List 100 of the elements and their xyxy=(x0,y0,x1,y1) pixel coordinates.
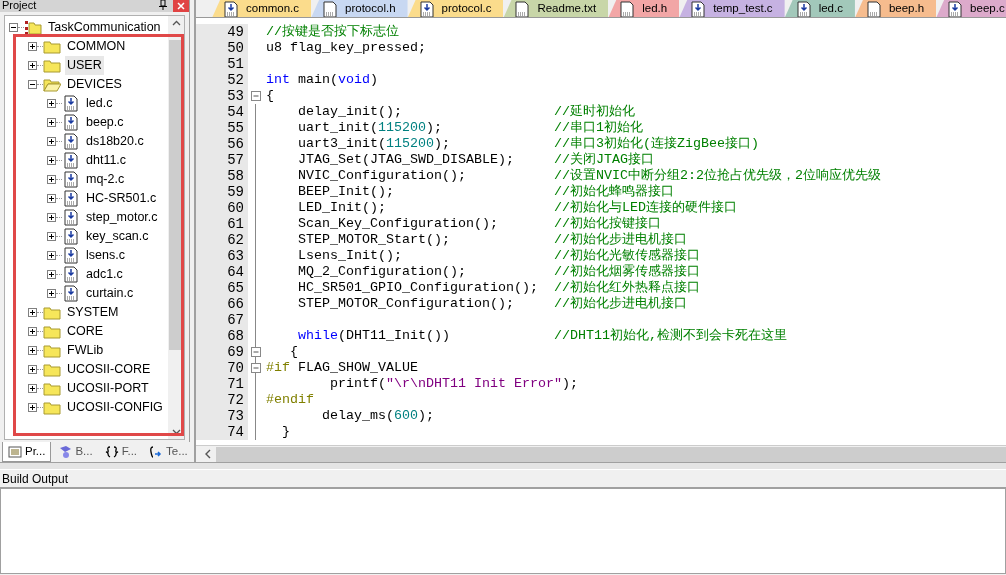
folder-icon xyxy=(43,399,61,416)
expand-icon[interactable] xyxy=(28,61,37,70)
tree-item[interactable]: FWLib xyxy=(65,341,106,360)
folder-icon xyxy=(43,380,61,397)
expand-icon[interactable] xyxy=(47,194,56,203)
file-tab[interactable]: common.c xyxy=(212,0,312,17)
tree-item[interactable]: mq-2.c xyxy=(84,170,127,189)
project-icon xyxy=(8,444,22,459)
tree-item[interactable]: led.c xyxy=(84,94,115,113)
code-line: u8 flag_key_pressed; xyxy=(265,40,426,56)
expand-icon[interactable] xyxy=(28,384,37,393)
code-line: while(DHT11_Init()) //DHT11初始化,检测不到会卡死在这里 xyxy=(297,328,787,344)
file-tab[interactable]: Readme.txt xyxy=(503,0,609,17)
tree-item[interactable]: lsens.c xyxy=(84,246,127,265)
line-number: 58 xyxy=(196,168,248,184)
expand-icon[interactable] xyxy=(28,308,37,317)
expand-icon[interactable] xyxy=(28,42,37,51)
tree-item[interactable]: UCOSII-PORT xyxy=(65,379,151,398)
pin-icon[interactable] xyxy=(158,0,167,10)
tree-item[interactable]: USER xyxy=(65,56,104,75)
line-number: 60 xyxy=(196,200,248,216)
tree-item[interactable]: dht11.c xyxy=(84,151,129,170)
file-icon xyxy=(62,190,80,207)
expand-icon[interactable] xyxy=(47,137,56,146)
project-icon xyxy=(24,19,42,36)
tree-item[interactable]: UCOSII-CORE xyxy=(65,360,153,379)
tree-item[interactable]: beep.c xyxy=(84,113,126,132)
file-icon xyxy=(62,247,80,264)
expand-icon[interactable] xyxy=(47,175,56,184)
line-number: 61 xyxy=(196,216,248,232)
expand-icon[interactable] xyxy=(47,118,56,127)
scroll-left-icon[interactable] xyxy=(204,449,212,459)
file-icon xyxy=(62,228,80,245)
expand-icon[interactable] xyxy=(47,99,56,108)
close-button[interactable] xyxy=(173,0,189,12)
file-icon xyxy=(62,133,80,150)
code-line: Lsens_Init(); //初始化光敏传感器接口 xyxy=(297,248,700,264)
expand-icon[interactable] xyxy=(47,289,56,298)
code-line: //按键是否按下标志位 xyxy=(265,24,399,40)
templates-icon xyxy=(149,445,164,459)
expand-icon[interactable] xyxy=(47,213,56,222)
code-line: Scan_Key_Configuration(); //初始化按键接口 xyxy=(297,216,661,232)
expand-icon[interactable] xyxy=(47,270,56,279)
code-line: { xyxy=(265,88,274,104)
collapse-icon[interactable] xyxy=(28,80,37,89)
line-number: 50 xyxy=(196,40,248,56)
folder-icon xyxy=(43,342,61,359)
line-number: 70 xyxy=(196,360,248,376)
file-tab[interactable]: beep.h xyxy=(854,0,937,17)
line-number: 66 xyxy=(196,296,248,312)
tree-item[interactable]: TaskCommunication xyxy=(46,18,163,37)
tree-item[interactable]: curtain.c xyxy=(84,284,136,303)
scrollbar-thumb[interactable] xyxy=(216,446,1006,462)
tree-item[interactable]: adc1.c xyxy=(84,265,125,284)
line-number: 71 xyxy=(196,376,248,392)
line-number: 62 xyxy=(196,232,248,248)
file-tab[interactable]: temp_test.c xyxy=(679,0,785,17)
expand-icon[interactable] xyxy=(28,365,37,374)
file-tab[interactable]: led.c xyxy=(784,0,855,17)
tree-item[interactable]: HC-SR501.c xyxy=(84,189,159,208)
file-icon xyxy=(62,152,80,169)
tree-item[interactable]: COMMON xyxy=(65,37,128,56)
file-tab[interactable]: led.h xyxy=(608,0,680,17)
expand-icon[interactable] xyxy=(28,403,37,412)
tree-item[interactable]: SYSTEM xyxy=(65,303,121,322)
code-line: STEP_MOTOR_Configuration(); //初始化步进电机接口 xyxy=(297,296,687,312)
code-line: LED_Init(); //初始化与LED连接的硬件接口 xyxy=(297,200,737,216)
code-line: JTAG_Set(JTAG_SWD_DISABLE); //关闭JTAG接口 xyxy=(297,152,654,168)
scroll-down-icon[interactable] xyxy=(171,429,181,435)
collapse-icon[interactable] xyxy=(9,23,18,32)
tree-item[interactable]: step_motor.c xyxy=(84,208,160,227)
file-tab[interactable]: protocol.c xyxy=(407,0,504,17)
file-icon xyxy=(62,171,80,188)
file-tab[interactable]: protocol.h xyxy=(311,0,408,17)
panel-tab[interactable]: Pr... xyxy=(2,442,52,462)
tree-item[interactable]: UCOSII-CONFIG xyxy=(65,398,165,417)
tree-item[interactable]: DEVICES xyxy=(65,75,124,94)
tree-item[interactable]: key_scan.c xyxy=(84,227,151,246)
expand-icon[interactable] xyxy=(28,327,37,336)
tree-item[interactable]: ds18b20.c xyxy=(84,132,146,151)
code-line: MQ_2_Configuration(); //初始化烟雾传感器接口 xyxy=(297,264,700,280)
expand-icon[interactable] xyxy=(47,251,56,260)
folder-icon xyxy=(43,57,61,74)
expand-icon[interactable] xyxy=(47,232,56,241)
code-line: } xyxy=(281,424,290,440)
expand-icon[interactable] xyxy=(47,156,56,165)
folder-icon xyxy=(43,323,61,340)
expand-icon[interactable] xyxy=(28,346,37,355)
code-line: int main(void) xyxy=(265,72,378,88)
file-tab[interactable]: beep.c xyxy=(936,0,1006,17)
tree-item[interactable]: CORE xyxy=(65,322,106,341)
panel-title: Project xyxy=(2,0,37,10)
scroll-up-icon[interactable] xyxy=(171,20,181,26)
line-number: 56 xyxy=(196,136,248,152)
code-line: #endif xyxy=(265,392,314,408)
line-number: 67 xyxy=(196,312,248,328)
line-number: 55 xyxy=(196,120,248,136)
line-number: 74 xyxy=(196,424,248,440)
file-icon xyxy=(62,285,80,302)
line-number: 73 xyxy=(196,408,248,424)
